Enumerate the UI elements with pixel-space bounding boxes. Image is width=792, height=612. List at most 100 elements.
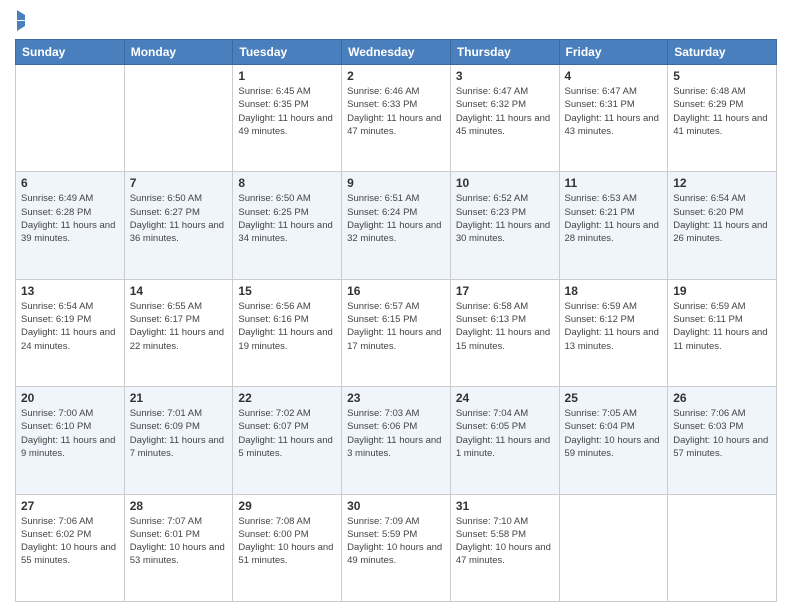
day-info: Sunrise: 6:48 AM Sunset: 6:29 PM Dayligh… — [673, 85, 771, 138]
day-info: Sunrise: 6:46 AM Sunset: 6:33 PM Dayligh… — [347, 85, 445, 138]
day-info: Sunrise: 6:53 AM Sunset: 6:21 PM Dayligh… — [565, 192, 663, 245]
day-number: 3 — [456, 69, 554, 83]
calendar-cell: 13Sunrise: 6:54 AM Sunset: 6:19 PM Dayli… — [16, 279, 125, 386]
weekday-header-friday: Friday — [559, 40, 668, 65]
day-number: 17 — [456, 284, 554, 298]
day-info: Sunrise: 7:04 AM Sunset: 6:05 PM Dayligh… — [456, 407, 554, 460]
day-info: Sunrise: 7:03 AM Sunset: 6:06 PM Dayligh… — [347, 407, 445, 460]
calendar-cell: 27Sunrise: 7:06 AM Sunset: 6:02 PM Dayli… — [16, 494, 125, 601]
day-info: Sunrise: 7:09 AM Sunset: 5:59 PM Dayligh… — [347, 515, 445, 568]
weekday-header-sunday: Sunday — [16, 40, 125, 65]
calendar-cell: 3 Sunrise: 6:47 AM Sunset: 6:32 PM Daylig… — [450, 65, 559, 172]
day-info: Sunrise: 6:49 AM Sunset: 6:28 PM Dayligh… — [21, 192, 119, 245]
calendar-cell: 30 Sunrise: 7:09 AM Sunset: 5:59 PM Dayli… — [342, 494, 451, 601]
calendar-cell: 11 Sunrise: 6:53 AM Sunset: 6:21 PM Dayli… — [559, 172, 668, 279]
weekday-header-saturday: Saturday — [668, 40, 777, 65]
day-info: Sunrise: 6:45 AM Sunset: 6:35 PM Dayligh… — [238, 85, 336, 138]
calendar-cell: 14Sunrise: 6:55 AM Sunset: 6:17 PM Dayli… — [124, 279, 233, 386]
weekday-header-thursday: Thursday — [450, 40, 559, 65]
week-row-5: 27Sunrise: 7:06 AM Sunset: 6:02 PM Dayli… — [16, 494, 777, 601]
calendar-cell: 17 Sunrise: 6:58 AM Sunset: 6:13 PM Dayli… — [450, 279, 559, 386]
day-number: 7 — [130, 176, 228, 190]
day-number: 26 — [673, 391, 771, 405]
day-number: 16 — [347, 284, 445, 298]
day-number: 28 — [130, 499, 228, 513]
calendar-cell: 23 Sunrise: 7:03 AM Sunset: 6:06 PM Dayli… — [342, 387, 451, 494]
header — [15, 10, 777, 31]
calendar-cell: 19 Sunrise: 6:59 AM Sunset: 6:11 PM Dayli… — [668, 279, 777, 386]
calendar-cell — [559, 494, 668, 601]
week-row-3: 13Sunrise: 6:54 AM Sunset: 6:19 PM Dayli… — [16, 279, 777, 386]
week-row-1: 1Sunrise: 6:45 AM Sunset: 6:35 PM Daylig… — [16, 65, 777, 172]
calendar-cell: 20 Sunrise: 7:00 AM Sunset: 6:10 PM Dayli… — [16, 387, 125, 494]
calendar-cell: 7 Sunrise: 6:50 AM Sunset: 6:27 PM Daylig… — [124, 172, 233, 279]
day-info: Sunrise: 6:57 AM Sunset: 6:15 PM Dayligh… — [347, 300, 445, 353]
calendar-cell: 29 Sunrise: 7:08 AM Sunset: 6:00 PM Dayli… — [233, 494, 342, 601]
day-info: Sunrise: 7:00 AM Sunset: 6:10 PM Dayligh… — [21, 407, 119, 460]
day-info: Sunrise: 7:08 AM Sunset: 6:00 PM Dayligh… — [238, 515, 336, 568]
week-row-2: 6 Sunrise: 6:49 AM Sunset: 6:28 PM Daylig… — [16, 172, 777, 279]
day-number: 31 — [456, 499, 554, 513]
calendar-cell: 31 Sunrise: 7:10 AM Sunset: 5:58 PM Dayli… — [450, 494, 559, 601]
day-number: 11 — [565, 176, 663, 190]
day-info: Sunrise: 6:50 AM Sunset: 6:25 PM Dayligh… — [238, 192, 336, 245]
calendar-cell: 16 Sunrise: 6:57 AM Sunset: 6:15 PM Dayli… — [342, 279, 451, 386]
weekday-header-row: SundayMondayTuesdayWednesdayThursdayFrid… — [16, 40, 777, 65]
day-info: Sunrise: 6:58 AM Sunset: 6:13 PM Dayligh… — [456, 300, 554, 353]
day-number: 25 — [565, 391, 663, 405]
weekday-header-wednesday: Wednesday — [342, 40, 451, 65]
calendar-cell: 4 Sunrise: 6:47 AM Sunset: 6:31 PM Daylig… — [559, 65, 668, 172]
calendar-cell: 10 Sunrise: 6:52 AM Sunset: 6:23 PM Dayli… — [450, 172, 559, 279]
day-number: 12 — [673, 176, 771, 190]
day-info: Sunrise: 7:01 AM Sunset: 6:09 PM Dayligh… — [130, 407, 228, 460]
day-number: 30 — [347, 499, 445, 513]
calendar-cell: 2 Sunrise: 6:46 AM Sunset: 6:33 PM Daylig… — [342, 65, 451, 172]
calendar-cell — [124, 65, 233, 172]
day-info: Sunrise: 6:54 AM Sunset: 6:20 PM Dayligh… — [673, 192, 771, 245]
day-number: 13 — [21, 284, 119, 298]
day-number: 21 — [130, 391, 228, 405]
day-number: 5 — [673, 69, 771, 83]
day-number: 14 — [130, 284, 228, 298]
calendar-cell: 8 Sunrise: 6:50 AM Sunset: 6:25 PM Daylig… — [233, 172, 342, 279]
calendar-cell: 12 Sunrise: 6:54 AM Sunset: 6:20 PM Dayli… — [668, 172, 777, 279]
day-number: 2 — [347, 69, 445, 83]
day-info: Sunrise: 6:47 AM Sunset: 6:31 PM Dayligh… — [565, 85, 663, 138]
day-number: 4 — [565, 69, 663, 83]
day-info: Sunrise: 7:02 AM Sunset: 6:07 PM Dayligh… — [238, 407, 336, 460]
day-number: 6 — [21, 176, 119, 190]
day-info: Sunrise: 7:06 AM Sunset: 6:02 PM Dayligh… — [21, 515, 119, 568]
page: SundayMondayTuesdayWednesdayThursdayFrid… — [0, 0, 792, 612]
day-info: Sunrise: 6:59 AM Sunset: 6:11 PM Dayligh… — [673, 300, 771, 353]
day-number: 29 — [238, 499, 336, 513]
calendar-cell: 15Sunrise: 6:56 AM Sunset: 6:16 PM Dayli… — [233, 279, 342, 386]
day-number: 20 — [21, 391, 119, 405]
day-info: Sunrise: 7:10 AM Sunset: 5:58 PM Dayligh… — [456, 515, 554, 568]
weekday-header-monday: Monday — [124, 40, 233, 65]
calendar-cell: 26 Sunrise: 7:06 AM Sunset: 6:03 PM Dayli… — [668, 387, 777, 494]
calendar-cell: 22 Sunrise: 7:02 AM Sunset: 6:07 PM Dayli… — [233, 387, 342, 494]
day-info: Sunrise: 6:47 AM Sunset: 6:32 PM Dayligh… — [456, 85, 554, 138]
day-number: 10 — [456, 176, 554, 190]
day-number: 15 — [238, 284, 336, 298]
day-number: 9 — [347, 176, 445, 190]
calendar-cell: 21 Sunrise: 7:01 AM Sunset: 6:09 PM Dayli… — [124, 387, 233, 494]
logo — [15, 10, 25, 31]
day-info: Sunrise: 7:06 AM Sunset: 6:03 PM Dayligh… — [673, 407, 771, 460]
calendar-cell — [668, 494, 777, 601]
calendar-cell: 28Sunrise: 7:07 AM Sunset: 6:01 PM Dayli… — [124, 494, 233, 601]
calendar-cell: 25Sunrise: 7:05 AM Sunset: 6:04 PM Dayli… — [559, 387, 668, 494]
day-number: 22 — [238, 391, 336, 405]
day-info: Sunrise: 6:59 AM Sunset: 6:12 PM Dayligh… — [565, 300, 663, 353]
day-number: 24 — [456, 391, 554, 405]
day-info: Sunrise: 6:52 AM Sunset: 6:23 PM Dayligh… — [456, 192, 554, 245]
calendar-cell: 6 Sunrise: 6:49 AM Sunset: 6:28 PM Daylig… — [16, 172, 125, 279]
day-info: Sunrise: 6:50 AM Sunset: 6:27 PM Dayligh… — [130, 192, 228, 245]
day-number: 19 — [673, 284, 771, 298]
day-number: 18 — [565, 284, 663, 298]
calendar-cell: 18 Sunrise: 6:59 AM Sunset: 6:12 PM Dayli… — [559, 279, 668, 386]
calendar-cell — [16, 65, 125, 172]
calendar-cell: 5 Sunrise: 6:48 AM Sunset: 6:29 PM Daylig… — [668, 65, 777, 172]
day-number: 8 — [238, 176, 336, 190]
day-number: 23 — [347, 391, 445, 405]
